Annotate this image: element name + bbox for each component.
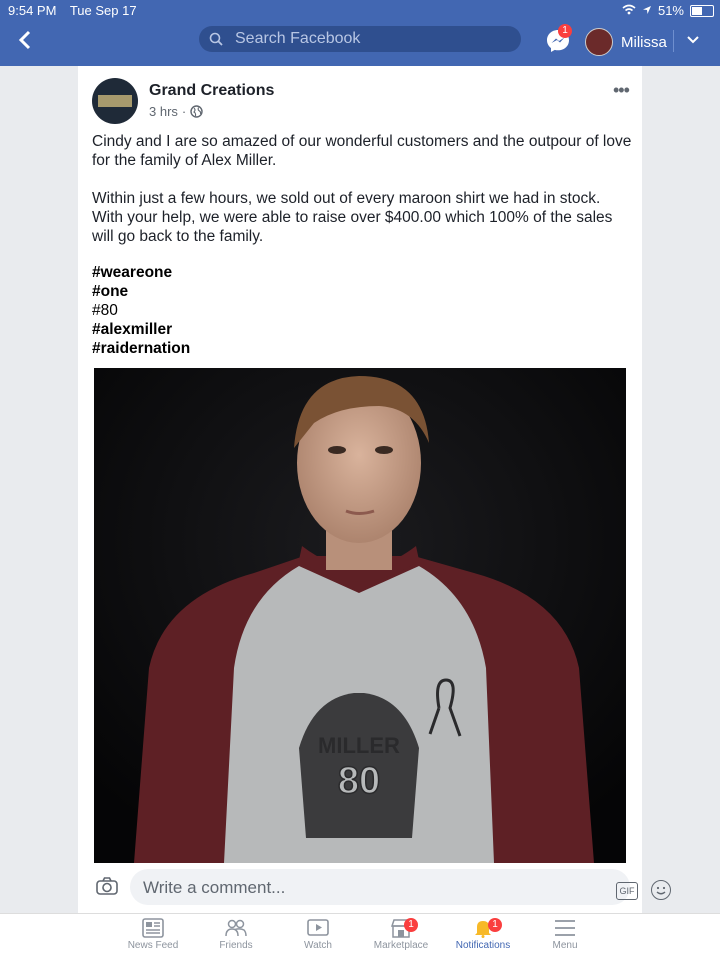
tab-label: Menu <box>552 940 578 951</box>
friends-icon <box>225 919 247 937</box>
camera-icon[interactable] <box>96 877 118 895</box>
tab-label: News Feed <box>127 940 179 951</box>
comment-placeholder: Write a comment... <box>143 878 286 897</box>
post-card: Grand Creations 3 hrs · ••• Cindy and I … <box>78 66 642 913</box>
post-meta: 3 hrs · <box>149 104 203 119</box>
hashtag[interactable]: #weareone <box>92 263 190 282</box>
post-photo[interactable]: MILLER 80 <box>94 368 626 863</box>
search-input[interactable]: Search Facebook <box>199 26 521 52</box>
tab-label: Marketplace <box>373 940 429 951</box>
watch-icon <box>307 919 329 936</box>
tab-notifications[interactable]: Notifications 1 <box>442 918 524 951</box>
shirt-number-text: 80 <box>338 760 380 802</box>
post-time[interactable]: 3 hrs <box>149 104 178 119</box>
notifications-badge: 1 <box>488 918 502 932</box>
tab-label: Friends <box>219 940 253 951</box>
more-options-button[interactable]: ••• <box>613 80 630 101</box>
search-placeholder: Search Facebook <box>235 30 361 47</box>
hashtag[interactable]: #raidernation <box>92 339 190 358</box>
battery-percent: 51% <box>657 3 684 18</box>
marketplace-badge: 1 <box>404 918 418 932</box>
messenger-badge: 1 <box>558 24 572 38</box>
wifi-icon <box>622 3 636 18</box>
location-icon <box>642 3 652 18</box>
avatar <box>585 28 613 56</box>
comment-bar: Write a comment... GIF <box>78 864 671 912</box>
chevron-down-icon[interactable] <box>686 32 700 50</box>
header-divider <box>673 30 674 52</box>
top-bar: 9:54 PM Tue Sep 17 51% Search Facebook 1 <box>0 0 720 66</box>
profile-name: Milissa <box>621 33 667 51</box>
post-paragraph: Within just a few hours, we sold out of … <box>92 190 613 245</box>
tab-marketplace[interactable]: Marketplace 1 <box>360 918 442 951</box>
tab-label: Notifications <box>455 940 511 951</box>
emoji-icon[interactable] <box>651 880 671 900</box>
post-paragraph: Cindy and I are so amazed of our wonderf… <box>92 133 632 169</box>
back-button[interactable] <box>18 28 32 54</box>
page-avatar[interactable] <box>92 78 138 124</box>
profile-button[interactable]: Milissa <box>585 28 667 56</box>
search-icon <box>209 32 223 46</box>
shirt-name-text: MILLER <box>318 733 400 758</box>
status-time: 9:54 PM <box>8 3 57 18</box>
tab-menu[interactable]: Menu <box>524 918 606 951</box>
comment-input[interactable]: Write a comment... GIF <box>130 869 671 905</box>
tab-label: Watch <box>304 940 332 951</box>
bottom-tab-bar: News Feed Friends Watch Marketplace 1 No… <box>0 913 720 961</box>
tab-watch[interactable]: Watch <box>277 918 359 951</box>
meta-separator: · <box>181 104 187 119</box>
globe-icon <box>190 105 203 118</box>
news-feed-icon <box>142 918 164 938</box>
tab-news-feed[interactable]: News Feed <box>112 918 194 951</box>
menu-icon <box>555 920 575 936</box>
tab-friends[interactable]: Friends <box>195 918 277 951</box>
gif-icon[interactable]: GIF <box>616 882 638 900</box>
post-author[interactable]: Grand Creations <box>149 82 274 100</box>
post-text: Cindy and I are so amazed of our wonderf… <box>92 132 632 265</box>
hashtag-list: #weareone #one #80 #alexmiller #raiderna… <box>92 263 190 358</box>
hashtag[interactable]: #alexmiller <box>92 320 190 339</box>
battery-icon <box>690 4 714 17</box>
status-bar: 9:54 PM Tue Sep 17 51% <box>0 0 720 20</box>
hashtag[interactable]: #80 <box>92 301 190 320</box>
hashtag[interactable]: #one <box>92 282 190 301</box>
status-date: Tue Sep 17 <box>69 3 137 18</box>
